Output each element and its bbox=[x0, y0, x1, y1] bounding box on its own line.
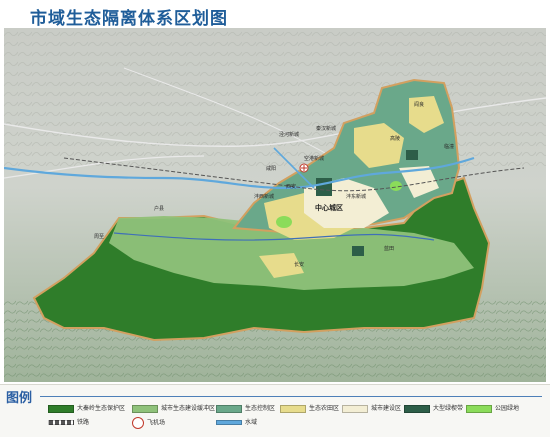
legend-swatch bbox=[280, 404, 306, 413]
legend-swatch bbox=[404, 404, 430, 413]
label-center-city: 中心城区 bbox=[315, 203, 343, 212]
place-label: 高陵 bbox=[390, 135, 400, 142]
green-wedge[interactable] bbox=[316, 178, 332, 196]
northern-hills bbox=[4, 28, 546, 168]
legend-swatch bbox=[48, 404, 74, 413]
legend-divider bbox=[40, 396, 542, 397]
legend-item-water: 水域 bbox=[216, 417, 257, 426]
place-label: 户县 bbox=[154, 205, 164, 212]
legend-swatch bbox=[216, 404, 242, 413]
legend-item-buffer: 城市生态建设缓冲区 bbox=[132, 403, 215, 413]
legend-swatch bbox=[342, 404, 368, 413]
place-label: 沣东新城 bbox=[346, 193, 366, 200]
place-label: 蓝田 bbox=[384, 245, 394, 252]
place-label: 沣西新城 bbox=[254, 193, 274, 200]
map-svg: 中心城区 西安 咸阳 空港新城 泾河新城 秦汉新城沣西新城 沣东新城 高陵 阎良临潼户县长安 蓝… bbox=[4, 28, 546, 382]
place-label: 空港新城 bbox=[304, 155, 324, 162]
park-green[interactable] bbox=[276, 216, 292, 228]
place-label: 阎良 bbox=[414, 101, 424, 108]
railway-icon bbox=[48, 420, 74, 425]
map-title: 市域生态隔离体系区划图 bbox=[30, 9, 228, 29]
water-icon bbox=[216, 420, 242, 425]
legend-item-green-wedge: 大型绿楔带 bbox=[404, 403, 463, 413]
place-label: 西安 bbox=[286, 183, 296, 190]
legend-panel: 图例 大秦岭生态保护区 城市生态建设缓冲区 生态控制区 生态农田区 城市建设区 … bbox=[0, 384, 550, 437]
green-wedge[interactable] bbox=[406, 150, 418, 160]
place-label: 秦汉新城 bbox=[316, 125, 336, 132]
legend-swatch bbox=[466, 404, 492, 413]
legend-item-urban: 城市建设区 bbox=[342, 403, 401, 413]
green-wedge[interactable] bbox=[352, 246, 364, 256]
place-label: 临潼 bbox=[444, 143, 454, 150]
place-label: 周至 bbox=[94, 234, 104, 240]
legend-swatch bbox=[132, 404, 158, 413]
place-label: 咸阳 bbox=[266, 165, 276, 172]
legend-item-airport: 飞机场 bbox=[132, 417, 165, 429]
legend-item-qinling: 大秦岭生态保护区 bbox=[48, 403, 125, 413]
legend-item-railway: 铁路 bbox=[48, 417, 89, 426]
legend-item-control: 生态控制区 bbox=[216, 403, 275, 413]
legend-title: 图例 bbox=[6, 391, 33, 406]
airport-legend-icon bbox=[132, 417, 144, 429]
legend-item-park: 公园绿地 bbox=[466, 403, 519, 413]
place-label: 泾河新城 bbox=[279, 131, 299, 138]
map-canvas[interactable]: 中心城区 西安 咸阳 空港新城 泾河新城 秦汉新城沣西新城 沣东新城 高陵 阎良临潼户县长安 蓝… bbox=[4, 28, 546, 382]
place-label: 长安 bbox=[294, 261, 304, 268]
legend-item-farmland: 生态农田区 bbox=[280, 403, 339, 413]
